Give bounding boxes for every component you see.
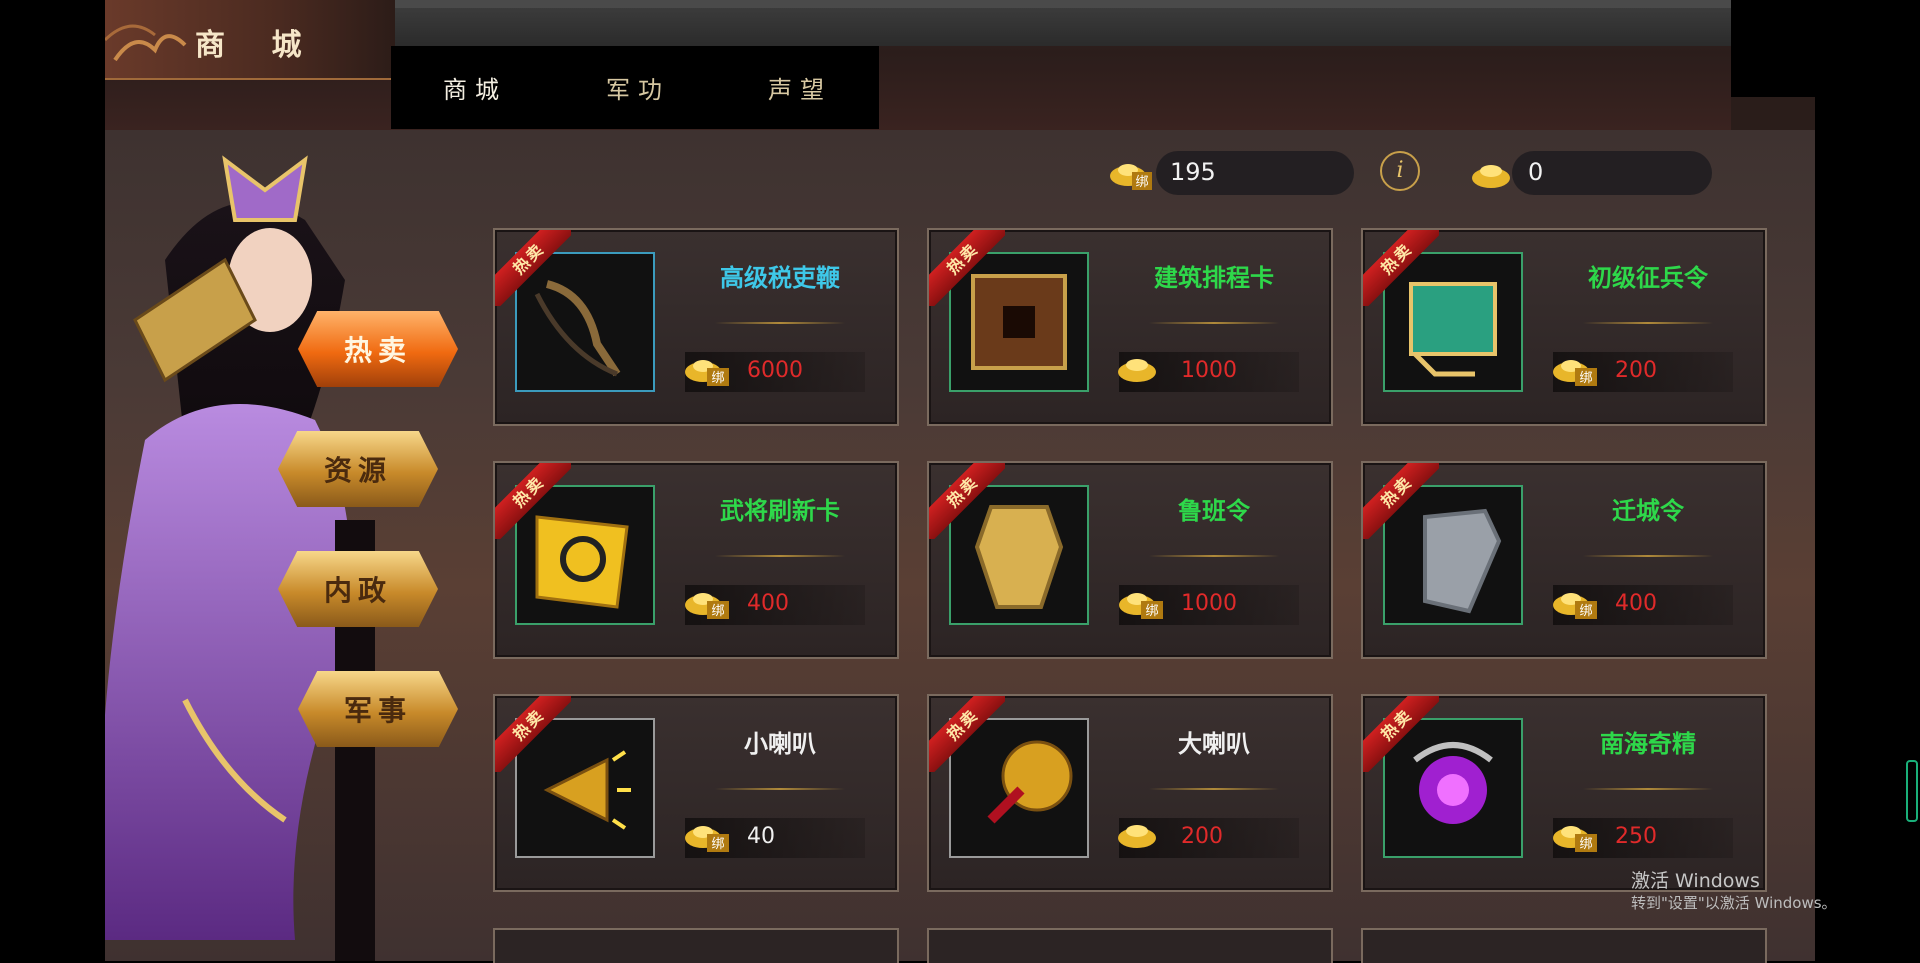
tab-shop[interactable]: 商城 [443, 70, 507, 105]
item-card[interactable]: 热卖 小喇叭绑 40 [493, 694, 899, 892]
svg-text:绑: 绑 [1145, 604, 1158, 619]
scroll-indicator[interactable] [1906, 760, 1918, 822]
item-card[interactable]: 热卖 鲁班令绑 1000 [927, 461, 1333, 659]
tab-prestige[interactable]: 声望 [768, 70, 832, 105]
hot-sale-badge-label: 热卖 [929, 696, 1005, 772]
gold-ingot-icon [1118, 825, 1156, 848]
item-name: 高级税吏鞭 [720, 264, 840, 292]
hot-sale-badge-label: 热卖 [929, 463, 1005, 539]
windows-activation-hint: 转到"设置"以激活 Windows。 [1631, 894, 1837, 912]
hot-sale-badge: 热卖 [929, 230, 1005, 306]
item-card-partial [493, 928, 899, 963]
hot-sale-badge: 热卖 [1363, 696, 1439, 772]
hot-sale-badge: 热卖 [1363, 230, 1439, 306]
item-name: 武将刷新卡 [720, 497, 840, 525]
bound-gold-ingot-icon: 绑 [1553, 593, 1597, 619]
item-card-partial [1361, 928, 1767, 963]
item-price: 200 [1615, 358, 1657, 383]
svg-text:绑: 绑 [1579, 604, 1592, 619]
svg-text:绑: 绑 [1135, 175, 1148, 190]
item-divider [1583, 322, 1713, 324]
hot-sale-badge-label: 热卖 [495, 230, 571, 306]
item-card[interactable]: 热卖 南海奇精绑 250 [1361, 694, 1767, 892]
hot-sale-badge-label: 热卖 [1363, 230, 1439, 306]
category-hot-button[interactable]: 热卖 [298, 311, 458, 387]
hot-sale-badge-label: 热卖 [929, 230, 1005, 306]
item-name: 小喇叭 [744, 730, 816, 758]
item-name: 南海奇精 [1600, 730, 1696, 758]
windows-activation-watermark: 激活 Windows [1631, 870, 1760, 892]
item-divider [715, 555, 845, 557]
svg-text:绑: 绑 [1579, 837, 1592, 852]
bound-gold-ingot-icon: 绑 [1553, 360, 1597, 386]
hot-sale-badge: 热卖 [495, 696, 571, 772]
hot-sale-badge: 热卖 [929, 463, 1005, 539]
top-strip [391, 0, 1731, 8]
item-price: 200 [1181, 824, 1223, 849]
bound-gold-ingot-icon: 绑 [685, 826, 729, 852]
hot-sale-badge: 热卖 [495, 230, 571, 306]
bound-gold-ingot-icon: 绑 [685, 360, 729, 386]
bound-gold-amount: 195 [1170, 158, 1216, 186]
top-strip-shade [391, 8, 1731, 46]
item-price: 250 [1615, 824, 1657, 849]
bound-gold-ingot-icon: 绑 [1110, 164, 1152, 190]
item-card[interactable]: 热卖 建筑排程卡 1000 [927, 228, 1333, 426]
hot-sale-badge-label: 热卖 [1363, 463, 1439, 539]
item-divider [1149, 555, 1279, 557]
hero-character-portrait [105, 155, 375, 961]
hot-sale-badge-label: 热卖 [495, 463, 571, 539]
item-card[interactable]: 热卖 初级征兵令绑 200 [1361, 228, 1767, 426]
svg-text:绑: 绑 [711, 604, 724, 619]
item-card[interactable]: 热卖 高级税吏鞭绑 6000 [493, 228, 899, 426]
screen-edge [1731, 0, 1920, 97]
item-card[interactable]: 热卖 大喇叭 200 [927, 694, 1333, 892]
item-divider [1149, 322, 1279, 324]
item-price: 40 [747, 824, 775, 849]
page-title: 商 城 [195, 28, 320, 63]
gold-ingot-icon [1118, 359, 1156, 382]
item-name: 迁城令 [1612, 497, 1684, 525]
item-card[interactable]: 热卖 迁城令绑 400 [1361, 461, 1767, 659]
gold-ingot-icon [1472, 165, 1510, 188]
gold-amount: 0 [1528, 158, 1544, 186]
item-price: 400 [747, 591, 789, 616]
tab-military-merit[interactable]: 军功 [606, 70, 670, 105]
item-divider [1583, 555, 1713, 557]
hot-sale-badge-label: 热卖 [1363, 696, 1439, 772]
screen-edge-right [1815, 97, 1920, 961]
bound-gold-ingot-icon: 绑 [1119, 593, 1163, 619]
svg-text:绑: 绑 [711, 371, 724, 386]
category-resources-button[interactable]: 资源 [278, 431, 438, 507]
svg-text:绑: 绑 [711, 837, 724, 852]
hot-sale-badge: 热卖 [929, 696, 1005, 772]
item-price: 1000 [1181, 591, 1237, 616]
info-icon[interactable]: i [1380, 151, 1420, 191]
svg-text:绑: 绑 [1579, 371, 1592, 386]
bound-gold-ingot-icon: 绑 [1553, 826, 1597, 852]
hot-sale-badge: 热卖 [1363, 463, 1439, 539]
item-card[interactable]: 热卖 武将刷新卡绑 400 [493, 461, 899, 659]
category-military-button[interactable]: 军事 [298, 671, 458, 747]
item-price: 400 [1615, 591, 1657, 616]
item-name: 鲁班令 [1178, 497, 1250, 525]
item-price: 1000 [1181, 358, 1237, 383]
item-divider [715, 322, 845, 324]
item-divider [1149, 788, 1279, 790]
item-name: 大喇叭 [1178, 730, 1250, 758]
item-name: 建筑排程卡 [1154, 264, 1274, 292]
cloud-ornament-icon [105, 24, 187, 62]
item-divider [1583, 788, 1713, 790]
hot-sale-badge-label: 热卖 [495, 696, 571, 772]
bound-gold-ingot-icon: 绑 [685, 593, 729, 619]
item-name: 初级征兵令 [1588, 264, 1708, 292]
category-internal-affairs-button[interactable]: 内政 [278, 551, 438, 627]
hot-sale-badge: 热卖 [495, 463, 571, 539]
item-card-partial [927, 928, 1333, 963]
item-divider [715, 788, 845, 790]
item-price: 6000 [747, 358, 803, 383]
